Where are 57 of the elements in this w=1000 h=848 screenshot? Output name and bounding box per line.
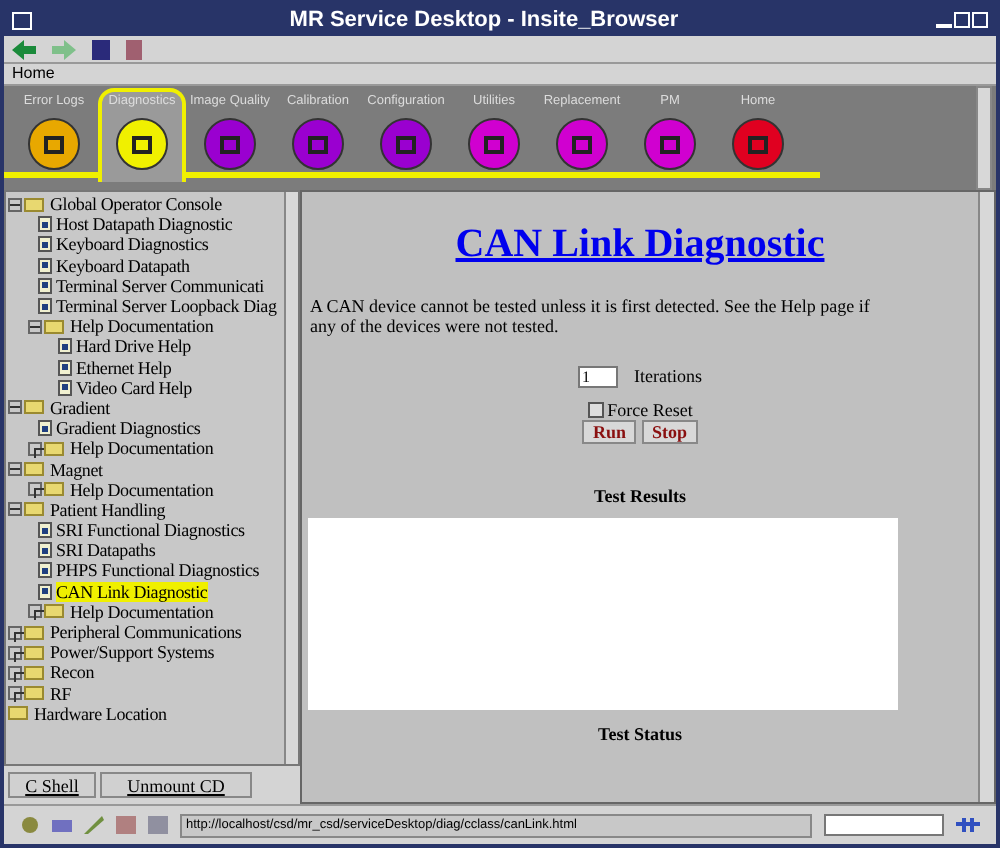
side-button[interactable]: C Shell bbox=[8, 772, 96, 798]
tree-item[interactable]: CAN Link Diagnostic bbox=[56, 581, 208, 602]
window-controls-icon[interactable] bbox=[936, 12, 988, 28]
scrollbar[interactable] bbox=[976, 86, 992, 190]
tree-item[interactable]: Hard Drive Help bbox=[76, 336, 191, 357]
tree-item[interactable]: PHPS Functional Diagnostics bbox=[56, 560, 260, 581]
tree-item[interactable]: Keyboard Datapath bbox=[56, 255, 190, 276]
side-button[interactable]: Unmount CD bbox=[100, 772, 252, 798]
tree-item[interactable]: Hardware Location bbox=[34, 703, 167, 724]
collapse-icon[interactable] bbox=[8, 502, 22, 517]
tree-item[interactable]: Help Documentation bbox=[70, 479, 214, 500]
action-button[interactable]: Run bbox=[582, 419, 636, 443]
connection-icon bbox=[956, 816, 980, 834]
collapse-icon[interactable] bbox=[8, 462, 22, 477]
tree-item[interactable]: Peripheral Communications bbox=[50, 622, 242, 643]
folder-icon bbox=[24, 197, 44, 212]
tree-item[interactable]: Recon bbox=[50, 662, 94, 683]
tree-item[interactable]: Video Card Help bbox=[76, 377, 192, 398]
tree-item[interactable]: Help Documentation bbox=[70, 316, 214, 337]
window-menu-icon[interactable] bbox=[12, 11, 32, 29]
tree-item[interactable]: Gradient bbox=[50, 397, 110, 418]
status-title: Test Status bbox=[598, 722, 682, 748]
tree-item[interactable]: Gradient Diagnostics bbox=[56, 418, 201, 439]
collapse-icon[interactable] bbox=[8, 197, 22, 212]
collapse-icon[interactable] bbox=[28, 319, 42, 334]
tree-item[interactable]: Help Documentation bbox=[70, 438, 214, 459]
tree-item[interactable]: Ethernet Help bbox=[76, 357, 172, 378]
description-text: A CAN device cannot be tested unless it is first detected. See the Help page if any of the devices were not tested. bbox=[308, 296, 872, 336]
window-title: MR Service Desktop - Insite_Browser bbox=[287, 5, 681, 36]
back-arrow-icon[interactable] bbox=[12, 39, 36, 59]
tree-item[interactable]: Help Documentation bbox=[70, 601, 214, 622]
tree-item[interactable]: Host Datapath Diagnostic bbox=[56, 214, 233, 235]
tree-item[interactable]: RF bbox=[50, 683, 72, 704]
iterations-label: Iterations bbox=[634, 364, 702, 390]
page-heading-link[interactable]: CAN Link Diagnostic bbox=[455, 220, 825, 268]
tree-item[interactable]: Global Operator Console bbox=[50, 194, 222, 215]
status-field[interactable] bbox=[824, 814, 944, 836]
home-link[interactable]: Home bbox=[12, 64, 55, 84]
results-title: Test Results bbox=[594, 483, 686, 509]
force-reset-checkbox[interactable] bbox=[587, 401, 604, 417]
tree-item[interactable]: Magnet bbox=[50, 459, 103, 480]
folder-icon bbox=[24, 400, 44, 415]
scrollbar[interactable] bbox=[978, 192, 994, 802]
tree-item[interactable]: Keyboard Diagnostics bbox=[56, 234, 209, 255]
tree-item[interactable]: Terminal Server Communicati bbox=[56, 275, 264, 296]
tree-item[interactable]: Power/Support Systems bbox=[50, 642, 215, 663]
iterations-field[interactable]: 1 bbox=[578, 366, 618, 389]
tree-item[interactable]: Terminal Server Loopback Diag bbox=[56, 296, 277, 317]
scrollbar[interactable] bbox=[284, 192, 298, 764]
document-icon bbox=[38, 420, 52, 437]
tree-item[interactable]: SRI Datapaths bbox=[56, 540, 156, 561]
tree-item[interactable]: Patient Handling bbox=[50, 499, 166, 520]
tree-item[interactable]: SRI Functional Diagnostics bbox=[56, 520, 245, 541]
collapse-icon[interactable] bbox=[8, 400, 22, 415]
action-button[interactable]: Stop bbox=[642, 419, 698, 443]
folder-icon bbox=[44, 319, 64, 334]
force-reset-label: Force Reset bbox=[607, 399, 693, 419]
